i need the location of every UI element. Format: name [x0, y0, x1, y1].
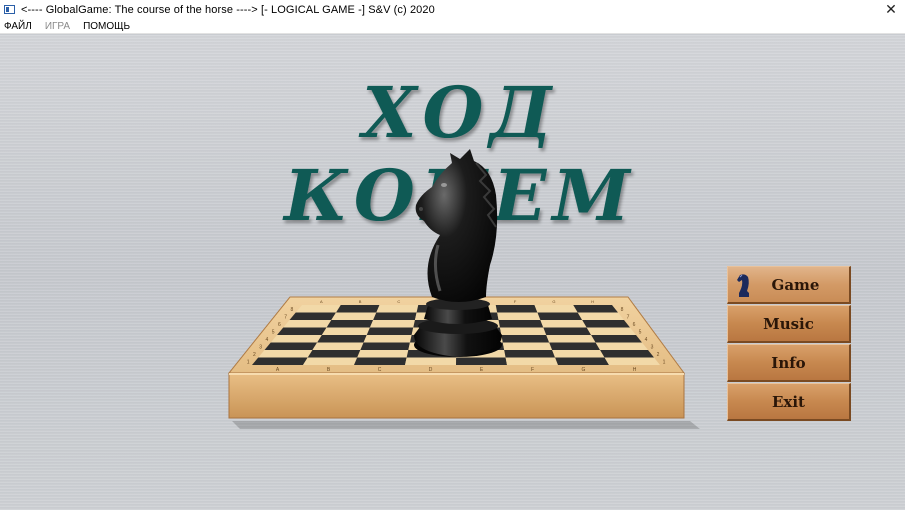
- menu-game[interactable]: ИГРА: [41, 21, 74, 32]
- board-rank-label: 3: [651, 344, 654, 350]
- board-rank-label: 1: [247, 359, 250, 365]
- board-rank-label: 7: [284, 314, 287, 320]
- board-rank-label: 4: [645, 337, 648, 343]
- board-square: [331, 312, 377, 320]
- music-button[interactable]: Music: [727, 305, 851, 343]
- board-square: [373, 312, 417, 320]
- board-rank-label: 7: [627, 314, 630, 320]
- info-button-label: Info: [771, 353, 806, 372]
- board-file-label: G: [582, 367, 586, 373]
- board-square: [505, 357, 558, 365]
- board-rank-label: 4: [265, 337, 268, 343]
- board-rank-label: 6: [278, 322, 281, 328]
- board-rank-label: 6: [633, 322, 636, 328]
- board-file-label: B: [359, 299, 362, 304]
- board-square: [555, 357, 609, 365]
- board-file-label: H: [633, 367, 637, 373]
- board-square: [312, 342, 364, 350]
- board-square: [252, 357, 308, 365]
- board-square: [326, 320, 374, 328]
- board-square: [405, 357, 457, 365]
- board-square: [582, 320, 630, 328]
- board-square: [307, 350, 361, 358]
- menu-file[interactable]: ФАЙЛ: [0, 21, 36, 32]
- board-square: [303, 357, 358, 365]
- board-rank-label: 2: [253, 352, 256, 358]
- board-square: [552, 350, 605, 358]
- board-square: [591, 335, 642, 343]
- board-file-label: C: [378, 367, 382, 373]
- board-square: [543, 327, 592, 335]
- board-square: [540, 320, 587, 328]
- game-button[interactable]: Game: [727, 266, 851, 304]
- board-square: [354, 357, 407, 365]
- window-title: <---- GlobalGame: The course of the hors…: [21, 3, 435, 16]
- board-square: [546, 335, 596, 343]
- board-file-label: D: [429, 367, 433, 373]
- board-square: [495, 305, 538, 313]
- board-square: [456, 357, 507, 365]
- board-square: [501, 335, 550, 343]
- board-file-label: G: [552, 299, 555, 304]
- app-icon: [4, 5, 15, 14]
- menu-help[interactable]: ПОМОЩЬ: [79, 21, 134, 32]
- board-rank-label: 1: [663, 359, 666, 365]
- board-square: [283, 320, 332, 328]
- board-square: [258, 350, 313, 358]
- knight-icon: [737, 274, 749, 297]
- board-square: [499, 327, 547, 335]
- exit-button-label: Exit: [771, 392, 805, 411]
- info-button[interactable]: Info: [727, 344, 851, 382]
- board-square: [497, 312, 541, 320]
- board-square: [277, 327, 327, 335]
- close-button[interactable]: ✕: [877, 0, 905, 19]
- board-square: [366, 327, 414, 335]
- board-square: [317, 335, 367, 343]
- board-square: [336, 305, 380, 313]
- board-square: [264, 342, 318, 350]
- board-square: [595, 342, 648, 350]
- menu-bar: ФАЙЛ ИГРА ПОМОЩЬ: [0, 19, 905, 34]
- board-square: [504, 350, 556, 358]
- board-square: [502, 342, 553, 350]
- board-rank-label: 8: [621, 307, 624, 313]
- board-square: [534, 305, 578, 313]
- board-square: [549, 342, 601, 350]
- game-button-label: Game: [771, 275, 820, 294]
- board-square: [295, 305, 341, 313]
- music-button-label: Music: [763, 314, 814, 333]
- board-square: [604, 357, 660, 365]
- main-menu: Game Music Info Exit: [727, 266, 851, 422]
- board-file-label: F: [531, 367, 534, 373]
- board-rank-label: 8: [290, 307, 293, 313]
- board-file-label: A: [320, 299, 323, 304]
- board-square: [369, 320, 415, 328]
- board-square: [360, 342, 410, 350]
- board-square: [363, 335, 412, 343]
- window-titlebar: <---- GlobalGame: The course of the hors…: [0, 0, 905, 19]
- board-square: [289, 312, 337, 320]
- game-canvas: ХОД КОНЕМ: [0, 35, 905, 510]
- board-square: [600, 350, 654, 358]
- exit-button[interactable]: Exit: [727, 383, 851, 421]
- board-square: [586, 327, 636, 335]
- board-square: [498, 320, 544, 328]
- board-square: [321, 327, 370, 335]
- board-rank-label: 2: [657, 352, 660, 358]
- board-file-label: C: [397, 299, 400, 304]
- knight-piece: [414, 149, 502, 357]
- board-square: [537, 312, 583, 320]
- board-square: [270, 335, 322, 343]
- board-rank-label: 3: [259, 344, 262, 350]
- board-rank-label: 5: [272, 329, 275, 335]
- board-square: [357, 350, 409, 358]
- board-rank-label: 5: [639, 329, 642, 335]
- board-square: [376, 305, 419, 313]
- board-square: [573, 305, 618, 313]
- board-square: [577, 312, 624, 320]
- board-file-label: H: [591, 299, 594, 304]
